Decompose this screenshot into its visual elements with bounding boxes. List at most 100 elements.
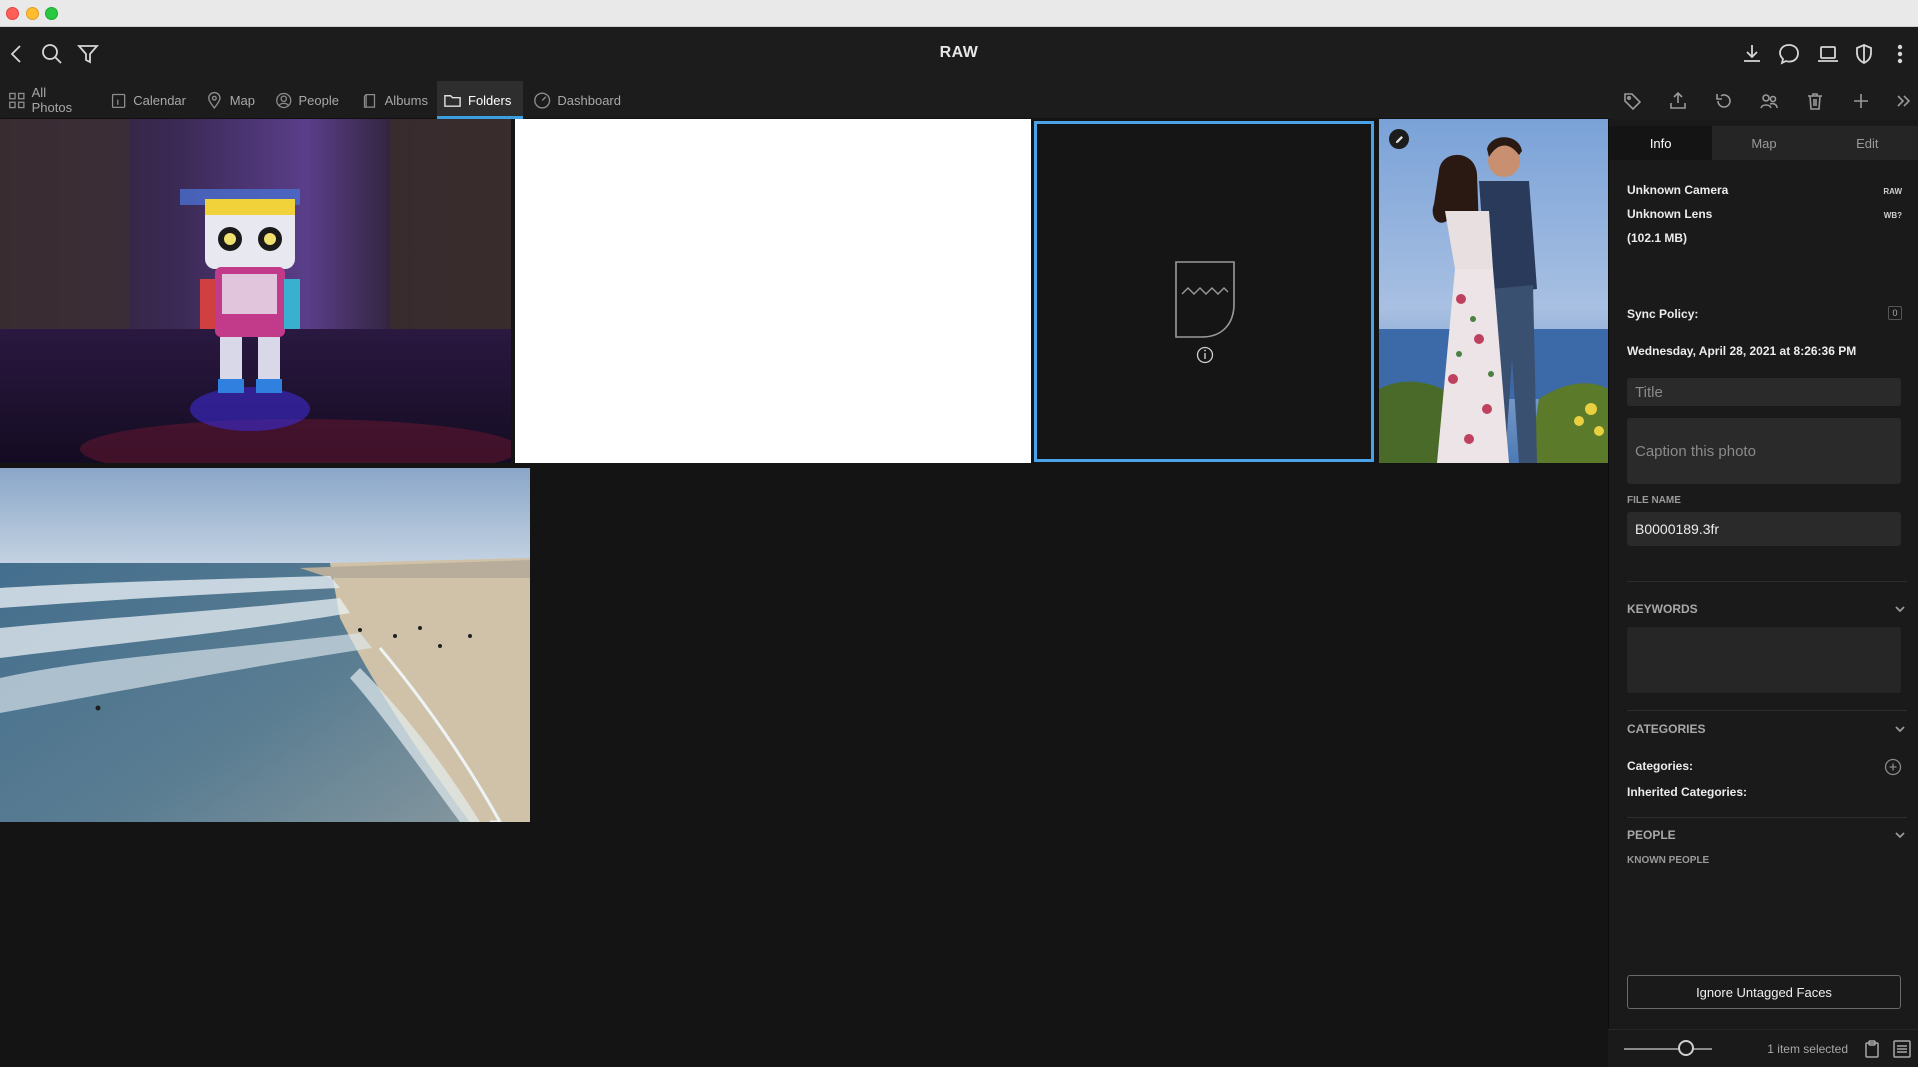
upload-icon [1670, 91, 1686, 109]
lens-name: Unknown Lens [1627, 207, 1713, 221]
toy-figure-photo [0, 119, 511, 463]
chevron-down-icon[interactable] [1893, 722, 1907, 736]
wb-badge: WB? [1883, 211, 1902, 220]
grid-icon [9, 92, 25, 108]
window-title: RAW [939, 44, 979, 61]
rotate-icon [1716, 94, 1731, 108]
rotate-button[interactable] [1712, 89, 1736, 113]
people-button[interactable] [1757, 89, 1781, 113]
map-pin-icon [208, 91, 221, 109]
close-window-button[interactable] [6, 7, 19, 20]
tab-people[interactable]: People [269, 81, 345, 119]
categories-field-label: Categories: [1627, 759, 1694, 773]
folder-icon [444, 94, 461, 107]
import-button[interactable] [1739, 41, 1765, 67]
zoom-slider-knob[interactable] [1677, 1040, 1694, 1056]
zoom-slider-track[interactable] [1624, 1048, 1712, 1050]
window-titlebar [0, 0, 1918, 27]
file-size: (102.1 MB) [1627, 231, 1688, 245]
photo-grid [0, 119, 1608, 1067]
main-toolbar: RAW [0, 27, 1918, 81]
tab-info[interactable]: Info [1609, 126, 1713, 160]
sync-policy-value[interactable]: 0 [1888, 306, 1902, 320]
tab-edit[interactable]: Edit [1816, 126, 1918, 160]
photo-thumbnail[interactable] [0, 468, 530, 822]
album-icon [363, 93, 376, 108]
people-label: PEOPLE [1627, 828, 1676, 842]
people-section-header[interactable]: PEOPLE [1627, 828, 1907, 842]
list-icon [1893, 1040, 1911, 1058]
keywords-section-header[interactable]: KEYWORDS [1627, 602, 1907, 616]
clipboard-icon [1865, 1040, 1879, 1058]
messages-button[interactable] [1776, 41, 1802, 67]
add-category-button[interactable] [1884, 758, 1902, 776]
download-icon [1744, 45, 1760, 62]
raw-placeholder-icon [1175, 261, 1235, 364]
security-button[interactable] [1851, 41, 1877, 67]
chevron-down-icon[interactable] [1893, 828, 1907, 842]
tab-map[interactable]: Map [199, 81, 261, 119]
tab-map-panel[interactable]: Map [1712, 126, 1815, 160]
minimize-window-button[interactable] [26, 7, 39, 20]
inherited-categories-label: Inherited Categories: [1627, 785, 1748, 799]
tab-label: Dashboard [557, 92, 621, 108]
laptop-icon [1818, 46, 1838, 62]
share-button[interactable] [1666, 89, 1690, 113]
section-divider [1627, 581, 1907, 582]
view-tabs: All Photos Calendar Map People Albums Fo… [0, 81, 1608, 119]
photo-thumbnail-blank[interactable] [515, 119, 1031, 463]
file-name-input[interactable]: B0000189.3fr [1627, 512, 1901, 546]
file-name-label: FILE NAME [1627, 495, 1681, 506]
tab-label: Folders [468, 92, 512, 108]
person-icon [276, 92, 292, 108]
sync-policy-label: Sync Policy: [1627, 307, 1699, 321]
gauge-icon [534, 91, 551, 109]
tab-dashboard[interactable]: Dashboard [527, 81, 627, 119]
tab-folders[interactable]: Folders [437, 81, 523, 119]
panel-tabs: Info Map Edit [1609, 126, 1918, 160]
more-menu-button[interactable] [1887, 41, 1913, 67]
tag-icon [1624, 93, 1642, 111]
double-chevron-right-icon [1897, 95, 1911, 107]
zoom-window-button[interactable] [45, 7, 58, 20]
tab-calendar[interactable]: Calendar [104, 81, 192, 119]
clipboard-button[interactable] [1862, 1039, 1882, 1059]
known-people-label: KNOWN PEOPLE [1627, 855, 1710, 866]
tab-all-photos[interactable]: All Photos [2, 81, 92, 119]
expand-panel-button[interactable] [1892, 89, 1916, 113]
selection-count: 1 item selected [1767, 1042, 1848, 1056]
selected-photo-thumbnail[interactable] [1034, 121, 1374, 462]
tab-label: Calendar [133, 92, 186, 108]
tab-albums[interactable]: Albums [356, 81, 434, 119]
devices-button[interactable] [1815, 41, 1841, 67]
categories-section-header[interactable]: CATEGORIES [1627, 722, 1907, 736]
tab-label: Albums [384, 92, 428, 108]
list-view-button[interactable] [1892, 1039, 1912, 1059]
keywords-input[interactable] [1627, 627, 1901, 693]
tab-label: All Photos [31, 85, 73, 115]
keywords-label: KEYWORDS [1627, 602, 1698, 616]
chevron-down-icon[interactable] [1893, 602, 1907, 616]
section-divider [1627, 817, 1907, 818]
title-input[interactable]: Title [1627, 378, 1901, 406]
couple-photo [1379, 119, 1608, 463]
photo-date: Wednesday, April 28, 2021 at 8:26:36 PM [1627, 344, 1857, 358]
tab-label: People [298, 92, 339, 108]
edit-badge[interactable] [1389, 129, 1409, 149]
section-divider [1627, 710, 1907, 711]
photo-thumbnail[interactable] [1379, 119, 1608, 463]
add-button[interactable] [1849, 89, 1873, 113]
categories-label: CATEGORIES [1627, 722, 1706, 736]
camera-name: Unknown Camera [1627, 183, 1729, 197]
photo-thumbnail[interactable] [0, 119, 511, 463]
delete-button[interactable] [1803, 89, 1827, 113]
plus-icon [1854, 94, 1868, 108]
chat-bubble-icon [1779, 44, 1799, 65]
vertical-dots-icon [1897, 44, 1903, 64]
calendar-icon [111, 93, 126, 108]
pencil-icon [1395, 135, 1403, 143]
tag-button[interactable] [1620, 89, 1644, 113]
caption-input[interactable]: Caption this photo [1627, 418, 1901, 484]
tab-label: Map [229, 92, 255, 108]
ignore-untagged-faces-button[interactable]: Ignore Untagged Faces [1627, 975, 1901, 1009]
